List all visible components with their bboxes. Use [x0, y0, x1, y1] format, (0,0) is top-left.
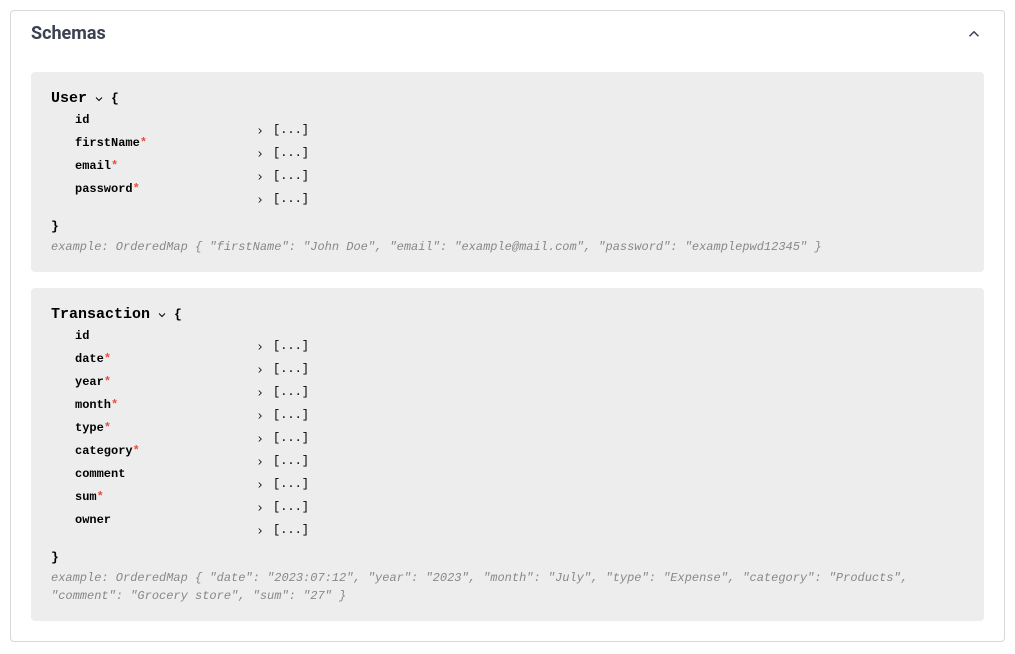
ellipsis-text: [...] — [273, 473, 309, 496]
field-name: owner — [75, 509, 255, 532]
close-brace: } — [51, 219, 964, 234]
schemas-panel: Schemas User { id firstName* email* pass… — [10, 10, 1005, 642]
required-star-icon: * — [111, 159, 118, 173]
chevron-right-icon — [255, 503, 265, 513]
open-brace: { — [174, 307, 182, 322]
chevron-down-icon[interactable] — [93, 93, 105, 105]
field-names-column: id date* year* month* type* category* co… — [75, 325, 255, 532]
ellipsis-text: [...] — [273, 165, 309, 188]
required-star-icon: * — [104, 375, 111, 389]
field-value-expand[interactable]: [...] — [255, 381, 309, 404]
chevron-right-icon — [255, 195, 265, 205]
schema-header-line: Transaction { — [51, 306, 964, 323]
field-value-expand[interactable]: [...] — [255, 188, 309, 211]
ellipsis-text: [...] — [273, 358, 309, 381]
field-value-expand[interactable]: [...] — [255, 358, 309, 381]
chevron-right-icon — [255, 388, 265, 398]
chevron-right-icon — [255, 365, 265, 375]
field-name: id — [75, 325, 255, 348]
required-star-icon: * — [104, 421, 111, 435]
field-name: year* — [75, 371, 255, 394]
required-star-icon: * — [133, 444, 140, 458]
schema-name[interactable]: Transaction — [51, 306, 150, 323]
ellipsis-text: [...] — [273, 496, 309, 519]
field-value-expand[interactable]: [...] — [255, 519, 309, 542]
field-value-expand[interactable]: [...] — [255, 473, 309, 496]
schema-block-transaction: Transaction { id date* year* month* type… — [31, 288, 984, 621]
ellipsis-text: [...] — [273, 188, 309, 211]
chevron-right-icon — [255, 434, 265, 444]
open-brace: { — [111, 91, 119, 106]
schema-header-line: User { — [51, 90, 964, 107]
schemas-panel-header[interactable]: Schemas — [11, 11, 1004, 56]
required-star-icon: * — [133, 182, 140, 196]
panel-title: Schemas — [31, 23, 106, 44]
required-star-icon: * — [140, 136, 147, 150]
chevron-right-icon — [255, 149, 265, 159]
ellipsis-text: [...] — [273, 142, 309, 165]
field-name: month* — [75, 394, 255, 417]
field-value-expand[interactable]: [...] — [255, 119, 309, 142]
required-star-icon: * — [111, 398, 118, 412]
schema-example: example: OrderedMap { "firstName": "John… — [51, 238, 964, 256]
field-name: email* — [75, 155, 255, 178]
chevron-right-icon — [255, 342, 265, 352]
chevron-right-icon — [255, 480, 265, 490]
close-brace: } — [51, 550, 964, 565]
field-name: password* — [75, 178, 255, 201]
required-star-icon: * — [97, 490, 104, 504]
chevron-down-icon[interactable] — [156, 309, 168, 321]
field-name: id — [75, 109, 255, 132]
panel-body: User { id firstName* email* password* [.… — [11, 72, 1004, 641]
field-name: sum* — [75, 486, 255, 509]
ellipsis-text: [...] — [273, 519, 309, 542]
chevron-right-icon — [255, 172, 265, 182]
ellipsis-text: [...] — [273, 450, 309, 473]
field-name: comment — [75, 463, 255, 486]
ellipsis-text: [...] — [273, 119, 309, 142]
chevron-right-icon — [255, 526, 265, 536]
ellipsis-text: [...] — [273, 335, 309, 358]
ellipsis-text: [...] — [273, 381, 309, 404]
ellipsis-text: [...] — [273, 427, 309, 450]
chevron-right-icon — [255, 411, 265, 421]
field-value-expand[interactable]: [...] — [255, 142, 309, 165]
schema-block-user: User { id firstName* email* password* [.… — [31, 72, 984, 272]
chevron-up-icon — [964, 24, 984, 44]
field-values-column: [...] [...] [...] [...] — [255, 109, 309, 211]
field-name: firstName* — [75, 132, 255, 155]
field-name: date* — [75, 348, 255, 371]
field-value-expand[interactable]: [...] — [255, 450, 309, 473]
field-name: type* — [75, 417, 255, 440]
field-values-column: [...] [...] [...] [...] — [255, 325, 309, 542]
schema-content: id firstName* email* password* [...] [..… — [51, 109, 964, 211]
chevron-right-icon — [255, 457, 265, 467]
field-value-expand[interactable]: [...] — [255, 427, 309, 450]
field-name: category* — [75, 440, 255, 463]
field-names-column: id firstName* email* password* — [75, 109, 255, 201]
required-star-icon: * — [104, 352, 111, 366]
field-value-expand[interactable]: [...] — [255, 335, 309, 358]
field-value-expand[interactable]: [...] — [255, 165, 309, 188]
ellipsis-text: [...] — [273, 404, 309, 427]
schema-content: id date* year* month* type* category* co… — [51, 325, 964, 542]
field-value-expand[interactable]: [...] — [255, 404, 309, 427]
chevron-right-icon — [255, 126, 265, 136]
schema-example: example: OrderedMap { "date": "2023:07:1… — [51, 569, 964, 605]
schema-name[interactable]: User — [51, 90, 87, 107]
field-value-expand[interactable]: [...] — [255, 496, 309, 519]
